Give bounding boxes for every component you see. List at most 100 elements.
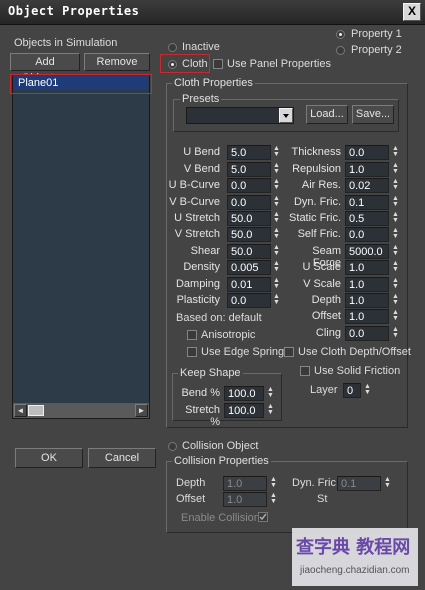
u-bend-input[interactable]: 5.0: [227, 145, 271, 160]
u-scale-label: U Scale: [302, 261, 341, 273]
dyn-fric-input[interactable]: 0.1: [345, 195, 389, 210]
offset-label: Offset: [311, 310, 341, 322]
plasticity-input[interactable]: 0.0: [227, 293, 271, 308]
collision-depth-spinner[interactable]: ▲ ▼: [269, 476, 278, 489]
self-fric-input[interactable]: 0.0: [345, 227, 389, 242]
dyn-fric-spinner[interactable]: ▲ ▼: [391, 195, 400, 208]
v-bend-spinner[interactable]: ▲ ▼: [272, 162, 281, 175]
window-title: Object Properties: [8, 4, 140, 18]
scroll-thumb[interactable]: [28, 405, 44, 416]
v-b-curve-label: V B-Curve: [169, 196, 220, 208]
thickness-input[interactable]: 0.0: [345, 145, 389, 160]
v-bend-label: V Bend: [183, 163, 220, 175]
collision-dyn-fric-spinner[interactable]: ▲ ▼: [383, 476, 392, 489]
bend-percent-input[interactable]: 100.0: [224, 386, 264, 401]
stretch-percent-input[interactable]: 100.0: [224, 403, 264, 418]
shear-input[interactable]: 50.0: [227, 244, 271, 259]
air-res-spinner[interactable]: ▲ ▼: [391, 178, 400, 191]
damping-label: Damping: [175, 278, 220, 290]
anisotropic-checkbox[interactable]: [187, 330, 197, 340]
inactive-radio[interactable]: [168, 43, 177, 52]
use-solid-friction-checkbox[interactable]: [300, 366, 310, 376]
cling-input[interactable]: 0.0: [345, 326, 389, 341]
enable-collisions-label: Enable Collisions: [181, 512, 266, 524]
static-fric-input[interactable]: 0.5: [345, 211, 389, 226]
property1-radio[interactable]: [336, 30, 345, 39]
presets-dropdown-arrow[interactable]: [279, 108, 293, 123]
v-b-curve-spinner[interactable]: ▲ ▼: [272, 195, 281, 208]
depth-spinner[interactable]: ▲ ▼: [391, 293, 400, 306]
density-spinner[interactable]: ▲ ▼: [272, 260, 281, 273]
collision-object-radio[interactable]: [168, 442, 177, 451]
thickness-spinner[interactable]: ▲ ▼: [391, 145, 400, 158]
u-b-curve-spinner[interactable]: ▲ ▼: [272, 178, 281, 191]
shear-spinner[interactable]: ▲ ▼: [272, 244, 281, 257]
repulsion-spinner[interactable]: ▲ ▼: [391, 162, 400, 175]
stretch-percent-spinner[interactable]: ▲ ▼: [266, 403, 275, 416]
load-preset-button[interactable]: Load...: [306, 105, 348, 124]
cling-spinner[interactable]: ▲ ▼: [391, 326, 400, 339]
u-b-curve-input[interactable]: 0.0: [227, 178, 271, 193]
collision-dyn-fric-input[interactable]: 0.1: [337, 476, 381, 491]
depth-input[interactable]: 1.0: [345, 293, 389, 308]
u-b-curve-label: U B-Curve: [168, 179, 220, 191]
use-cloth-depth-offset-checkbox[interactable]: [284, 347, 294, 357]
repulsion-input[interactable]: 1.0: [345, 162, 389, 177]
u-bend-spinner[interactable]: ▲ ▼: [272, 145, 281, 158]
property2-label: Property 2: [351, 44, 402, 56]
v-stretch-label: V Stretch: [174, 228, 220, 240]
self-fric-label: Self Fric.: [297, 228, 341, 240]
static-fric-label: Static Fric.: [289, 212, 341, 224]
v-b-curve-input[interactable]: 0.0: [227, 195, 271, 210]
stretch-percent-label: Stretch %: [185, 404, 220, 428]
u-scale-input[interactable]: 1.0: [345, 260, 389, 275]
collision-offset-spinner[interactable]: ▲ ▼: [269, 492, 278, 505]
layer-spinner[interactable]: ▲ ▼: [363, 383, 372, 396]
add-objects-button[interactable]: Add Objects...: [10, 53, 80, 84]
plasticity-spinner[interactable]: ▲ ▼: [272, 293, 281, 306]
save-preset-button[interactable]: Save...: [352, 105, 394, 124]
property2-radio[interactable]: [336, 46, 345, 55]
damping-spinner[interactable]: ▲ ▼: [272, 277, 281, 290]
enable-collisions-checkbox[interactable]: [258, 512, 268, 522]
highlight-box-list: [10, 74, 152, 94]
seam-force-input[interactable]: 5000.0: [345, 244, 389, 259]
use-edge-springs-label: Use Edge Springs: [201, 346, 290, 358]
u-stretch-input[interactable]: 50.0: [227, 211, 271, 226]
depth-label: Depth: [311, 294, 341, 306]
v-scale-input[interactable]: 1.0: [345, 277, 389, 292]
scroll-left-button[interactable]: ◄: [14, 404, 27, 417]
bend-percent-spinner[interactable]: ▲ ▼: [266, 386, 275, 399]
u-scale-spinner[interactable]: ▲ ▼: [391, 260, 400, 273]
scroll-right-button[interactable]: ►: [135, 404, 148, 417]
density-input[interactable]: 0.005: [227, 260, 271, 275]
objects-list[interactable]: [12, 74, 150, 419]
self-fric-spinner[interactable]: ▲ ▼: [391, 227, 400, 240]
v-stretch-input[interactable]: 50.0: [227, 227, 271, 242]
static-fric-spinner[interactable]: ▲ ▼: [391, 211, 400, 224]
v-stretch-spinner[interactable]: ▲ ▼: [272, 227, 281, 240]
seam-force-spinner[interactable]: ▲ ▼: [391, 244, 400, 257]
layer-input[interactable]: 0: [343, 383, 361, 398]
collision-depth-input[interactable]: 1.0: [223, 476, 267, 491]
close-button[interactable]: X: [403, 3, 421, 21]
use-solid-friction-label: Use Solid Friction: [314, 365, 401, 377]
u-stretch-spinner[interactable]: ▲ ▼: [272, 211, 281, 224]
u-stretch-label: U Stretch: [174, 212, 220, 224]
collision-properties-title: Collision Properties: [172, 455, 271, 467]
use-edge-springs-checkbox[interactable]: [187, 347, 197, 357]
air-res-input[interactable]: 0.02: [345, 178, 389, 193]
use-panel-properties-checkbox[interactable]: [213, 59, 223, 69]
collision-offset-input[interactable]: 1.0: [223, 492, 267, 507]
v-bend-input[interactable]: 5.0: [227, 162, 271, 177]
remove-button[interactable]: Remove: [84, 53, 150, 71]
ok-button[interactable]: OK: [15, 448, 83, 468]
plasticity-label: Plasticity: [176, 294, 220, 306]
v-scale-spinner[interactable]: ▲ ▼: [391, 277, 400, 290]
damping-input[interactable]: 0.01: [227, 277, 271, 292]
thickness-label: Thickness: [291, 146, 341, 158]
presets-dropdown[interactable]: [186, 107, 294, 124]
offset-input[interactable]: 1.0: [345, 309, 389, 324]
offset-spinner[interactable]: ▲ ▼: [391, 309, 400, 322]
cancel-button[interactable]: Cancel: [88, 448, 156, 468]
